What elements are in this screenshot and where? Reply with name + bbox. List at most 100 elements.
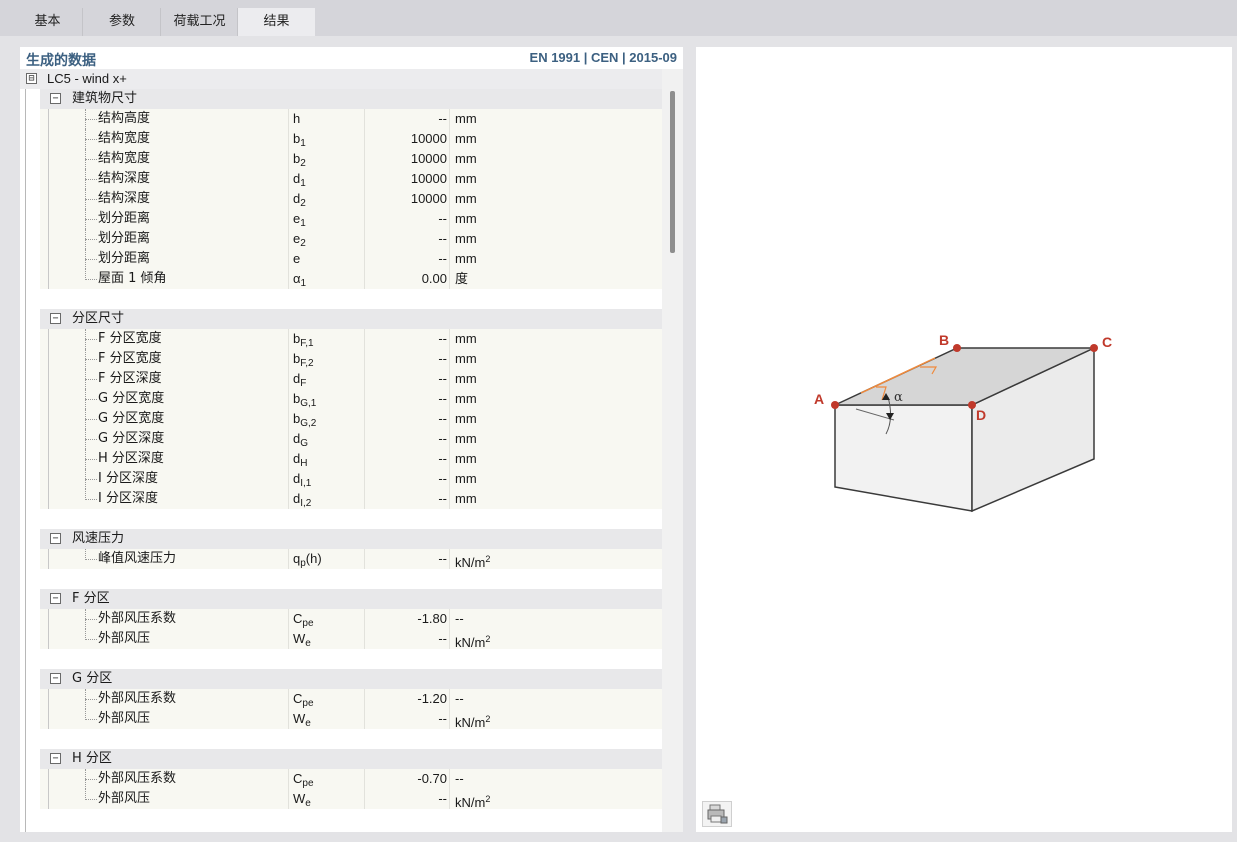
- property-row[interactable]: 结构宽度 b2 10000 mm: [40, 149, 662, 169]
- property-row[interactable]: 结构深度 d1 10000 mm: [40, 169, 662, 189]
- property-unit: mm: [455, 149, 477, 169]
- property-unit: mm: [455, 389, 477, 409]
- property-row[interactable]: G 分区宽度 bG,2 -- mm: [40, 409, 662, 429]
- property-symbol: Cpe: [288, 689, 362, 709]
- unit-superscript: 2: [485, 794, 491, 804]
- property-row[interactable]: 划分距离 e -- mm: [40, 249, 662, 269]
- property-row[interactable]: 外部风压 We -- kN/m2: [40, 709, 662, 730]
- property-value: --: [364, 229, 450, 249]
- property-name: 划分距离: [98, 231, 151, 246]
- group-header[interactable]: − G 分区: [40, 669, 662, 689]
- tree-connector: [85, 719, 97, 720]
- unit-base: mm: [455, 151, 477, 166]
- property-row[interactable]: 外部风压 We -- kN/m2: [40, 789, 662, 810]
- property-symbol: h: [288, 109, 362, 129]
- symbol-base: W: [293, 791, 306, 806]
- tree-connector: [85, 399, 97, 400]
- property-row[interactable]: 划分距离 e1 -- mm: [40, 209, 662, 229]
- property-symbol: qp(h): [288, 549, 362, 569]
- property-row[interactable]: 结构高度 h -- mm: [40, 109, 662, 129]
- scroll-thumb[interactable]: [670, 91, 675, 253]
- collapse-icon[interactable]: −: [50, 753, 61, 764]
- symbol-subscript: G,2: [300, 418, 317, 429]
- property-row[interactable]: G 分区宽度 bG,1 -- mm: [40, 389, 662, 409]
- property-row[interactable]: I 分区深度 dI,2 -- mm: [40, 489, 662, 509]
- property-row[interactable]: 结构宽度 b1 10000 mm: [40, 129, 662, 149]
- property-value: --: [364, 409, 450, 429]
- property-row[interactable]: 峰值风速压力 qp(h) -- kN/m2: [40, 549, 662, 570]
- property-row[interactable]: 外部风压系数 Cpe -0.70 --: [40, 769, 662, 789]
- property-symbol: dH: [288, 449, 362, 469]
- group-header[interactable]: − 分区尺寸: [40, 309, 662, 329]
- symbol-subscript: e: [305, 798, 311, 809]
- symbol-subscript: 2: [300, 158, 306, 169]
- property-name: 外部风压: [98, 711, 151, 726]
- tree-guide: [48, 689, 49, 729]
- property-unit: --: [455, 689, 464, 709]
- symbol-subscript: e: [305, 718, 311, 729]
- tab-results[interactable]: 结果: [238, 8, 315, 36]
- point-a: [831, 401, 839, 409]
- property-row[interactable]: F 分区深度 dF -- mm: [40, 369, 662, 389]
- group-label: F 分区: [72, 591, 110, 606]
- collapse-icon[interactable]: −: [50, 593, 61, 604]
- property-row[interactable]: H 分区深度 dH -- mm: [40, 449, 662, 469]
- group-label: 风速压力: [72, 531, 125, 546]
- property-value: --: [364, 629, 450, 649]
- property-row[interactable]: I 分区深度 dI,1 -- mm: [40, 469, 662, 489]
- property-symbol: e: [288, 249, 362, 269]
- unit-base: mm: [455, 491, 477, 506]
- property-name: 结构深度: [98, 191, 151, 206]
- property-symbol: Cpe: [288, 609, 362, 629]
- tab-load-cases[interactable]: 荷载工况: [162, 8, 238, 36]
- unit-base: mm: [455, 471, 477, 486]
- property-row[interactable]: G 分区深度 dG -- mm: [40, 429, 662, 449]
- symbol-subscript: F,1: [300, 338, 314, 349]
- property-row[interactable]: 屋面 1 倾角 α1 0.00 度: [40, 269, 662, 289]
- tab-basic[interactable]: 基本: [13, 8, 83, 36]
- tree-connector: [85, 479, 97, 480]
- unit-base: --: [455, 771, 464, 786]
- property-row[interactable]: 外部风压系数 Cpe -1.80 --: [40, 609, 662, 629]
- group-header[interactable]: − H 分区: [40, 749, 662, 769]
- collapse-icon[interactable]: −: [50, 533, 61, 544]
- property-symbol: We: [288, 789, 362, 809]
- tree-guide: [48, 609, 49, 649]
- tab-bar: 基本 参数 荷载工况 结果: [0, 0, 1237, 36]
- property-unit: mm: [455, 229, 477, 249]
- vertical-scrollbar[interactable]: [662, 69, 683, 832]
- load-case-row[interactable]: ⊟ LC5 - wind x+: [20, 69, 662, 89]
- property-row[interactable]: 结构深度 d2 10000 mm: [40, 189, 662, 209]
- tab-parameters[interactable]: 参数: [84, 8, 161, 36]
- property-unit: mm: [455, 469, 477, 489]
- collapse-icon[interactable]: ⊟: [26, 73, 37, 84]
- property-unit: mm: [455, 409, 477, 429]
- property-row[interactable]: 外部风压系数 Cpe -1.20 --: [40, 689, 662, 709]
- symbol-subscript: e: [305, 638, 311, 649]
- print-button[interactable]: [702, 801, 732, 827]
- symbol-subscript: 1: [300, 278, 307, 289]
- symbol-base: W: [293, 711, 306, 726]
- property-symbol: e1: [288, 209, 362, 229]
- property-row[interactable]: 划分距离 e2 -- mm: [40, 229, 662, 249]
- property-row[interactable]: 外部风压 We -- kN/m2: [40, 629, 662, 650]
- property-symbol: dI,1: [288, 469, 362, 489]
- property-unit: mm: [455, 489, 477, 509]
- tree-connector: [85, 639, 97, 640]
- group-header[interactable]: − 风速压力: [40, 529, 662, 549]
- property-unit: mm: [455, 369, 477, 389]
- property-symbol: bG,1: [288, 389, 362, 409]
- symbol-subscript: 1: [300, 178, 306, 189]
- collapse-icon[interactable]: −: [50, 93, 61, 104]
- symbol-base: C: [293, 611, 303, 626]
- tree-guide: [48, 109, 49, 289]
- property-unit: mm: [455, 189, 477, 209]
- property-name: I 分区深度: [98, 491, 158, 506]
- group-header[interactable]: − F 分区: [40, 589, 662, 609]
- property-row[interactable]: F 分区宽度 bF,1 -- mm: [40, 329, 662, 349]
- tree-connector: [85, 439, 97, 440]
- collapse-icon[interactable]: −: [50, 673, 61, 684]
- collapse-icon[interactable]: −: [50, 313, 61, 324]
- group-header[interactable]: − 建筑物尺寸: [40, 89, 662, 109]
- property-row[interactable]: F 分区宽度 bF,2 -- mm: [40, 349, 662, 369]
